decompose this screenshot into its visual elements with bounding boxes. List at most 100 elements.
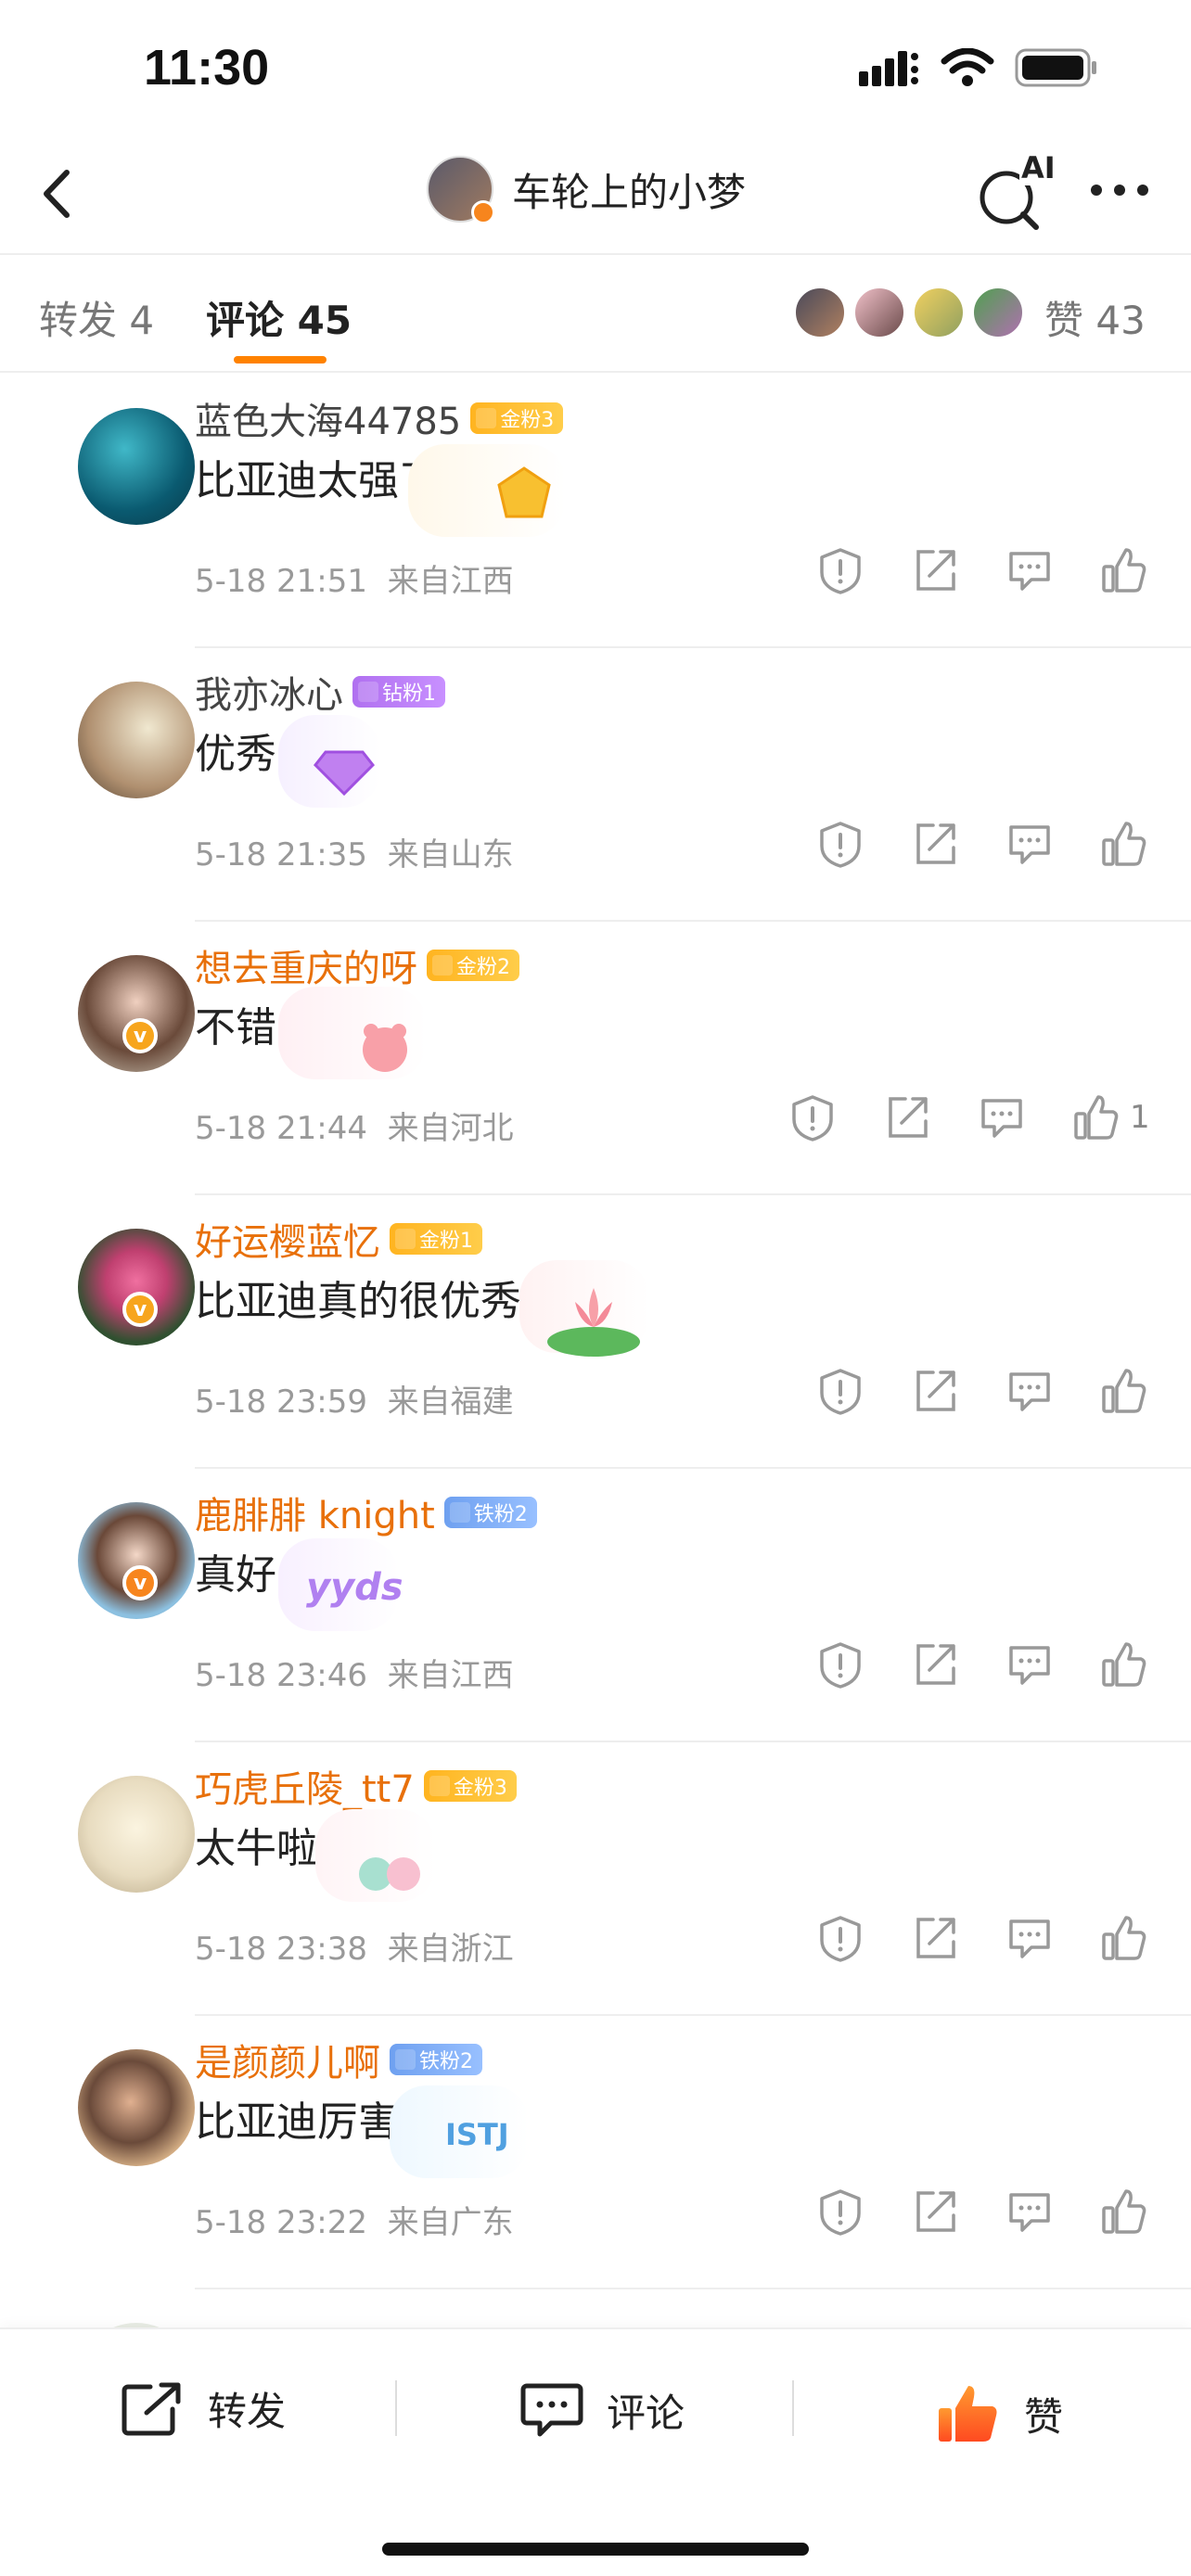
comment-item[interactable]: v 好运樱蓝忆 金粉1 比亚迪真的很优秀 5-18 23:59 来自福建	[0, 1195, 1191, 1469]
gold-fan-sticker-icon	[408, 444, 566, 537]
bear-sticker-icon	[278, 987, 427, 1079]
clock: 11:30	[144, 40, 270, 96]
avatar[interactable]	[39, 665, 195, 798]
verified-badge-icon: v	[122, 1292, 158, 1327]
bottom-action-bar: 转发 评论 赞	[0, 2327, 1191, 2576]
author-avatar[interactable]	[427, 156, 495, 224]
avatar[interactable]: v	[39, 1212, 195, 1345]
home-indicator	[382, 2543, 809, 2556]
liker-avatar	[972, 287, 1024, 338]
thumbs-up-icon[interactable]	[1100, 1367, 1148, 1415]
thumbs-up-icon[interactable]	[1100, 2187, 1148, 2236]
report-icon[interactable]	[816, 820, 864, 868]
share-icon[interactable]	[911, 546, 959, 594]
comment-meta: 5-18 23:38 来自浙江	[195, 1931, 514, 1968]
istj-sticker-icon: ISTJ	[390, 2085, 529, 2178]
report-icon[interactable]	[816, 546, 864, 594]
report-icon[interactable]	[816, 1914, 864, 1962]
avatar[interactable]: v	[39, 1486, 195, 1619]
comment-button[interactable]: 评论	[519, 2380, 685, 2440]
comment-item[interactable]: v 鹿腓腓 knight 铁粉2 真好 yyds 5-18 23:46 来自江西	[0, 1469, 1191, 1742]
share-icon[interactable]	[911, 1367, 959, 1415]
comment-actions	[816, 1367, 1148, 1415]
active-tab-indicator	[234, 356, 327, 363]
comment-item[interactable]: v 想去重庆的呀 金粉2 不错👍 5-18 21:44 来自河北 1	[0, 922, 1191, 1195]
forward-label: 转发	[208, 2389, 287, 2434]
tab-comments[interactable]: 评论 45	[206, 289, 352, 346]
avatar[interactable]	[39, 2306, 195, 2327]
reply-icon[interactable]	[1005, 546, 1054, 594]
reply-icon[interactable]	[978, 1093, 1026, 1141]
comment-text: 比亚迪厉害	[195, 2098, 399, 2146]
back-arrow-icon[interactable]	[28, 161, 93, 226]
comment-actions: 1	[788, 1093, 1150, 1141]
crown-icon	[395, 1229, 416, 1249]
bunny-sticker-icon	[315, 1809, 436, 1902]
crown-icon	[432, 955, 453, 976]
comment-author[interactable]: 蓝色大海44785 金粉3	[195, 391, 564, 445]
ai-search-button[interactable]: AI	[979, 150, 1057, 230]
thumbs-up-filled-icon	[939, 2386, 997, 2442]
comment-author[interactable]: 好运樱蓝忆 金粉1	[195, 1212, 482, 1266]
comment-text: 太牛啦	[195, 1825, 317, 1872]
wifi-icon	[941, 48, 994, 86]
comment-author[interactable]: 我亦冰心 钻粉1	[195, 665, 445, 719]
battery-icon	[1015, 48, 1096, 87]
like-button[interactable]: 赞	[935, 2380, 1063, 2447]
fan-badge: 金粉1	[390, 1223, 482, 1255]
comment-author[interactable]: 想去重庆的呀 金粉2	[195, 938, 519, 992]
share-icon[interactable]	[911, 1640, 959, 1689]
report-icon[interactable]	[816, 1367, 864, 1415]
thumbs-up-icon[interactable]	[1100, 820, 1148, 868]
fan-badge: 铁粉2	[443, 1497, 537, 1528]
comment-author[interactable]: 鹿腓腓 knight 铁粉2	[195, 1486, 537, 1539]
avatar[interactable]	[39, 391, 195, 525]
lotus-sticker-icon	[519, 1260, 649, 1357]
comment-item[interactable]: 蓝色大海44785 金粉3 比亚迪太强了 5-18 21:51 来自江西	[0, 375, 1191, 648]
comment-item[interactable]: 我亦冰心 钻粉1 优秀 5-18 21:35 来自山东	[0, 648, 1191, 922]
status-bar: 11:30	[0, 0, 1191, 139]
thumbs-up-icon[interactable]	[1100, 546, 1148, 594]
comment-item[interactable]: 巧虎丘陵_tt7 金粉3 太牛啦 5-18 23:38 来自浙江	[0, 1742, 1191, 2016]
report-icon[interactable]	[816, 1640, 864, 1689]
comment-actions	[816, 546, 1148, 594]
comment-text: 比亚迪太强了	[195, 457, 440, 504]
like-label: 赞	[1024, 2393, 1064, 2440]
reply-icon[interactable]	[1005, 820, 1054, 868]
nav-title-group[interactable]: 车轮上的小梦	[427, 156, 746, 224]
diamond-fan-sticker-icon	[278, 715, 380, 808]
comment-item-partial[interactable]	[0, 2289, 1191, 2327]
fan-badge: 金粉2	[427, 950, 519, 981]
reply-icon[interactable]	[1005, 1640, 1054, 1689]
divider	[395, 2380, 397, 2436]
more-options-icon[interactable]	[1087, 176, 1152, 204]
like-count: 1	[1130, 1099, 1150, 1136]
thumbs-up-icon[interactable]	[1072, 1093, 1121, 1141]
fan-badge: 钻粉1	[352, 676, 445, 708]
tab-bar: 转发 4 评论 45 赞 43	[0, 257, 1191, 373]
avatar[interactable]	[39, 1759, 195, 1893]
avatar[interactable]: v	[39, 938, 195, 1072]
reply-icon[interactable]	[1005, 1914, 1054, 1962]
liker-avatars[interactable]	[794, 287, 1024, 338]
forward-button[interactable]: 转发	[121, 2380, 286, 2437]
share-icon[interactable]	[883, 1093, 931, 1141]
reply-icon[interactable]	[1005, 1367, 1054, 1415]
thumbs-up-icon[interactable]	[1100, 1914, 1148, 1962]
report-icon[interactable]	[816, 2187, 864, 2236]
crown-icon	[395, 2049, 416, 2070]
tab-likes[interactable]: 赞 43	[1044, 289, 1146, 346]
comment-author[interactable]: 巧虎丘陵_tt7 金粉3	[195, 1759, 517, 1813]
comment-actions	[816, 2187, 1148, 2236]
share-icon[interactable]	[911, 1914, 959, 1962]
share-icon[interactable]	[911, 820, 959, 868]
share-icon[interactable]	[911, 2187, 959, 2236]
comment-author[interactable]: 是颜颜儿啊 铁粉2	[195, 2033, 482, 2086]
report-icon[interactable]	[788, 1093, 837, 1141]
comment-meta: 5-18 23:46 来自江西	[195, 1657, 514, 1694]
comment-item[interactable]: 是颜颜儿啊 铁粉2 比亚迪厉害 ISTJ 5-18 23:22 来自广东	[0, 2016, 1191, 2289]
tab-forward[interactable]: 转发 4	[39, 289, 154, 346]
reply-icon[interactable]	[1005, 2187, 1054, 2236]
thumbs-up-icon[interactable]	[1100, 1640, 1148, 1689]
avatar[interactable]	[39, 2033, 195, 2166]
